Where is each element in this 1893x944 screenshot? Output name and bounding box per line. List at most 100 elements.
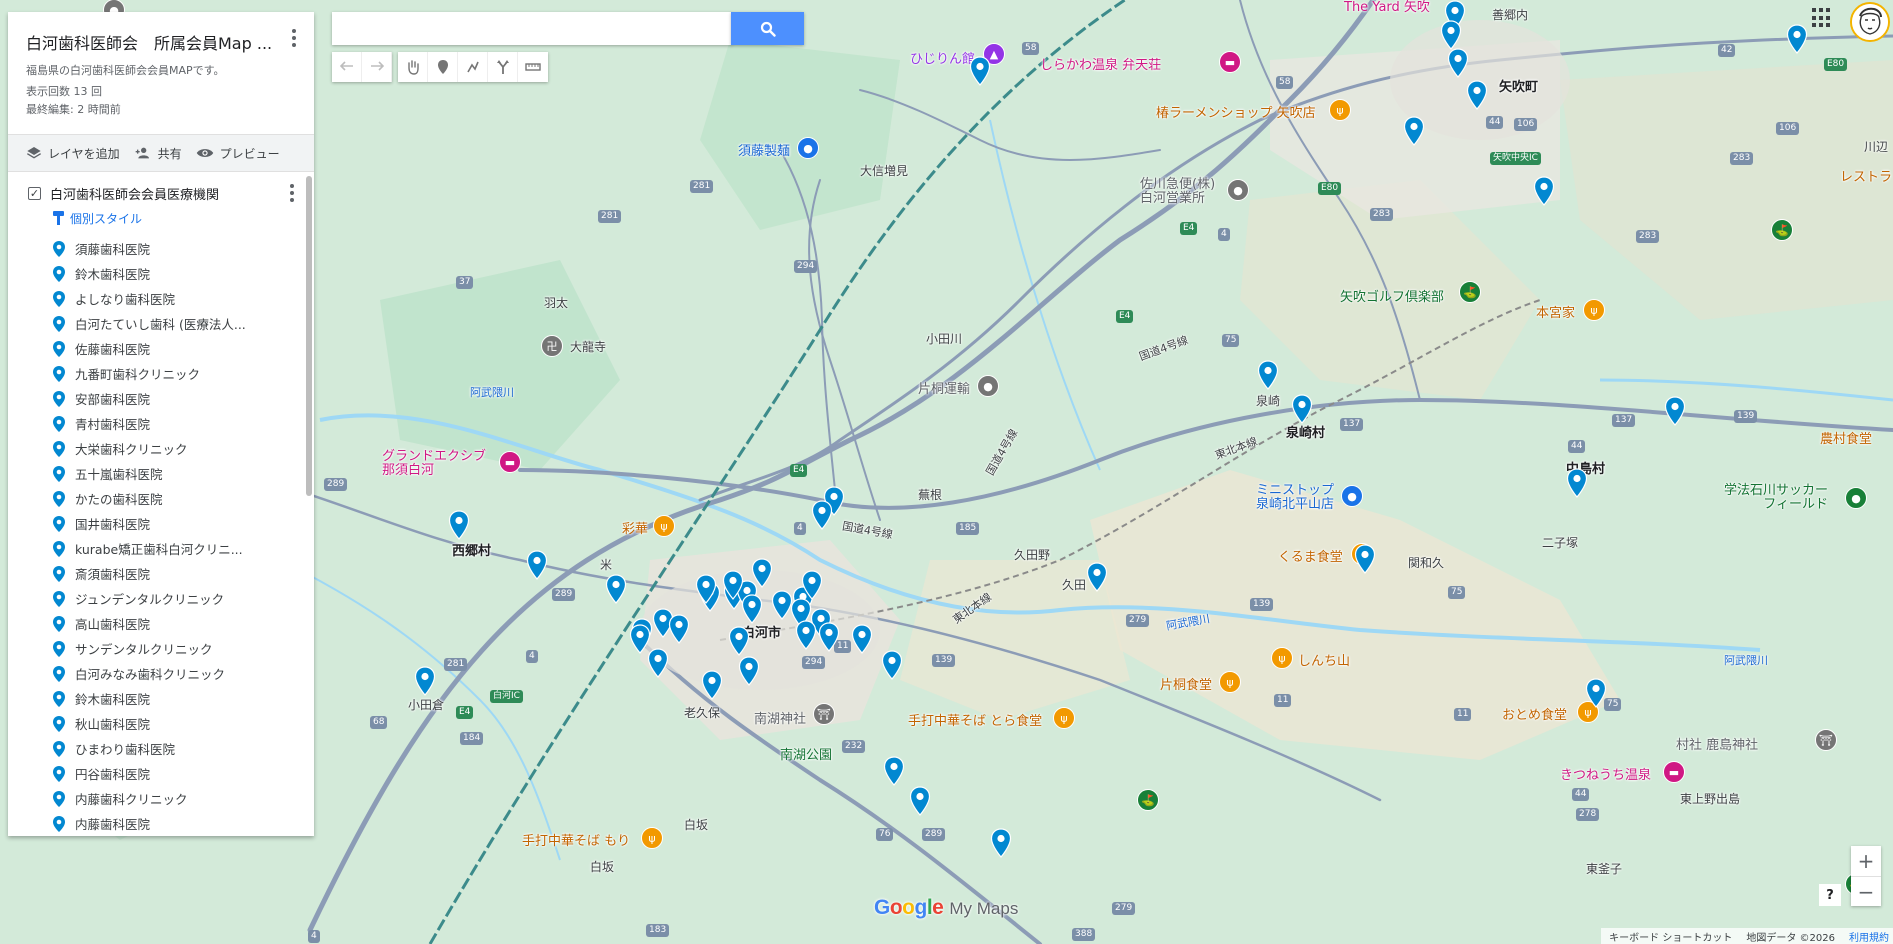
map-pin-icon[interactable] xyxy=(881,650,903,680)
map-pin-icon[interactable] xyxy=(801,570,823,600)
hotel-icon[interactable]: ▬ xyxy=(499,451,521,473)
avatar[interactable] xyxy=(1850,2,1890,42)
clinic-list-item[interactable]: 円谷歯科医院 xyxy=(8,761,314,786)
select-tool-button[interactable] xyxy=(398,52,428,82)
map-pin-icon[interactable] xyxy=(795,620,817,650)
golf-icon[interactable]: ⛳ xyxy=(1137,789,1159,811)
add-layer-button[interactable]: レイヤを追加 xyxy=(26,145,120,162)
map-pin-icon[interactable] xyxy=(851,624,873,654)
apps-icon[interactable] xyxy=(1812,8,1832,28)
clinic-list-item[interactable]: 秋山歯科医院 xyxy=(8,711,314,736)
undo-button[interactable] xyxy=(332,52,362,82)
map-description[interactable]: 福島県の白河歯科医師会会員MAPです。 xyxy=(26,62,298,78)
clinic-list-item[interactable]: 鈴木歯科医院 xyxy=(8,261,314,286)
map-pin-icon[interactable] xyxy=(1086,562,1108,592)
preview-button[interactable]: プレビュー xyxy=(196,145,280,162)
map-pin-icon[interactable] xyxy=(728,626,750,656)
layer-style-link[interactable]: 個別スタイル xyxy=(8,208,314,228)
map-pin-icon[interactable] xyxy=(701,670,723,700)
map-pin-icon[interactable] xyxy=(738,656,760,686)
golf-icon[interactable]: ⛳ xyxy=(1459,281,1481,303)
map-pin-icon[interactable] xyxy=(695,574,717,604)
restaurant-icon[interactable]: ψ xyxy=(1053,707,1075,729)
clinic-list-item[interactable]: kurabe矯正歯科白河クリニ... xyxy=(8,536,314,561)
map-title[interactable]: 白河歯科医師会 所属会員Map ... xyxy=(26,30,276,54)
temple-icon[interactable]: 卍 xyxy=(541,335,563,357)
panel-scrollbar[interactable] xyxy=(306,176,312,496)
clinic-list-item[interactable]: 斎須歯科医院 xyxy=(8,561,314,586)
map-pin-icon[interactable] xyxy=(741,594,763,624)
shrine-icon[interactable]: ⛩ xyxy=(813,703,835,725)
shop-icon[interactable]: ● xyxy=(1341,485,1363,507)
layer-visibility-checkbox[interactable]: ✓ xyxy=(28,186,41,200)
map-pin-icon[interactable] xyxy=(1533,176,1555,206)
field-icon[interactable]: ● xyxy=(1845,487,1867,509)
hotel-icon[interactable]: ▬ xyxy=(1219,51,1241,73)
map-pin-icon[interactable] xyxy=(1440,20,1462,50)
clinic-list-item[interactable]: 須藤歯科医院 xyxy=(8,236,314,261)
map-pin-icon[interactable] xyxy=(668,614,690,644)
keyboard-shortcuts-link[interactable]: キーボード ショートカット xyxy=(1609,929,1732,944)
layer-options-menu-button[interactable] xyxy=(290,184,294,202)
terms-link[interactable]: 利用規約 xyxy=(1849,929,1889,944)
search-input[interactable] xyxy=(332,12,732,45)
map-pin-icon[interactable] xyxy=(1257,360,1279,390)
map-pin-icon[interactable] xyxy=(751,558,773,588)
map-pin-icon[interactable] xyxy=(1585,678,1607,708)
share-button[interactable]: 共有 xyxy=(134,145,182,162)
clinic-list-item[interactable]: 大栄歯科クリニック xyxy=(8,436,314,461)
place-icon[interactable]: ● xyxy=(1227,179,1249,201)
restaurant-icon[interactable]: ψ xyxy=(1329,99,1351,121)
map-pin-icon[interactable] xyxy=(526,550,548,580)
clinic-list-item[interactable]: 内藤歯科クリニック xyxy=(8,786,314,811)
clinic-list-item[interactable]: 安部歯科医院 xyxy=(8,386,314,411)
clinic-list-item[interactable]: 佐藤歯科医院 xyxy=(8,336,314,361)
clinic-list-item[interactable]: サンデンタルクリニック xyxy=(8,636,314,661)
map-pin-icon[interactable] xyxy=(1664,396,1686,426)
zoom-in-button[interactable]: + xyxy=(1851,846,1881,876)
search-button[interactable] xyxy=(731,12,804,45)
map-pin-icon[interactable] xyxy=(818,622,840,652)
map-pin-icon[interactable] xyxy=(1466,80,1488,110)
clinic-list-item[interactable]: 五十嵐歯科医院 xyxy=(8,461,314,486)
map-pin-icon[interactable] xyxy=(1447,48,1469,78)
zoom-out-button[interactable]: − xyxy=(1851,876,1881,906)
shop-icon[interactable]: ● xyxy=(797,137,819,159)
map-pin-icon[interactable] xyxy=(1403,116,1425,146)
clinic-list-item[interactable]: 青村歯科医院 xyxy=(8,411,314,436)
map-pin-icon[interactable] xyxy=(1354,544,1376,574)
help-button[interactable]: ? xyxy=(1819,884,1841,906)
clinic-list-item[interactable]: かたの歯科医院 xyxy=(8,486,314,511)
map-pin-icon[interactable] xyxy=(969,56,991,86)
clinic-list-item[interactable]: 白河みなみ歯科クリニック xyxy=(8,661,314,686)
clinic-list-item[interactable]: ジュンデンタルクリニック xyxy=(8,586,314,611)
add-marker-button[interactable] xyxy=(428,52,458,82)
restaurant-icon[interactable]: ψ xyxy=(1271,647,1293,669)
restaurant-icon[interactable]: ψ xyxy=(641,827,663,849)
draw-line-button[interactable] xyxy=(458,52,488,82)
restaurant-icon[interactable]: ψ xyxy=(1583,299,1605,321)
clinic-list-item[interactable]: 国井歯科医院 xyxy=(8,511,314,536)
map-pin-icon[interactable] xyxy=(1566,468,1588,498)
restaurant-icon[interactable]: ψ xyxy=(1219,671,1241,693)
map-pin-icon[interactable] xyxy=(1291,394,1313,424)
hotel-icon[interactable]: ▬ xyxy=(1663,761,1685,783)
place-icon[interactable]: ● xyxy=(977,375,999,397)
measure-button[interactable] xyxy=(518,52,548,82)
map-pin-icon[interactable] xyxy=(605,574,627,604)
clinic-list-item[interactable]: 白河たていし歯科 (医療法人... xyxy=(8,311,314,336)
clinic-list-item[interactable]: 高山歯科医院 xyxy=(8,611,314,636)
restaurant-icon[interactable]: ψ xyxy=(653,515,675,537)
map-pin-icon[interactable] xyxy=(909,786,931,816)
map-pin-icon[interactable] xyxy=(811,500,833,530)
map-pin-icon[interactable] xyxy=(448,510,470,540)
clinic-list-item[interactable]: 九番町歯科クリニック xyxy=(8,361,314,386)
layer-title[interactable]: 白河歯科医師会会員医療機関 xyxy=(50,184,219,203)
clinic-list-item[interactable]: 内藤歯科医院 xyxy=(8,811,314,836)
clinic-list-item[interactable]: 鈴木歯科医院 xyxy=(8,686,314,711)
map-pin-icon[interactable] xyxy=(1786,24,1808,54)
redo-button[interactable] xyxy=(362,52,392,82)
clinic-list-item[interactable]: ひまわり歯科医院 xyxy=(8,736,314,761)
map-options-menu-button[interactable] xyxy=(284,28,304,48)
add-directions-button[interactable] xyxy=(488,52,518,82)
